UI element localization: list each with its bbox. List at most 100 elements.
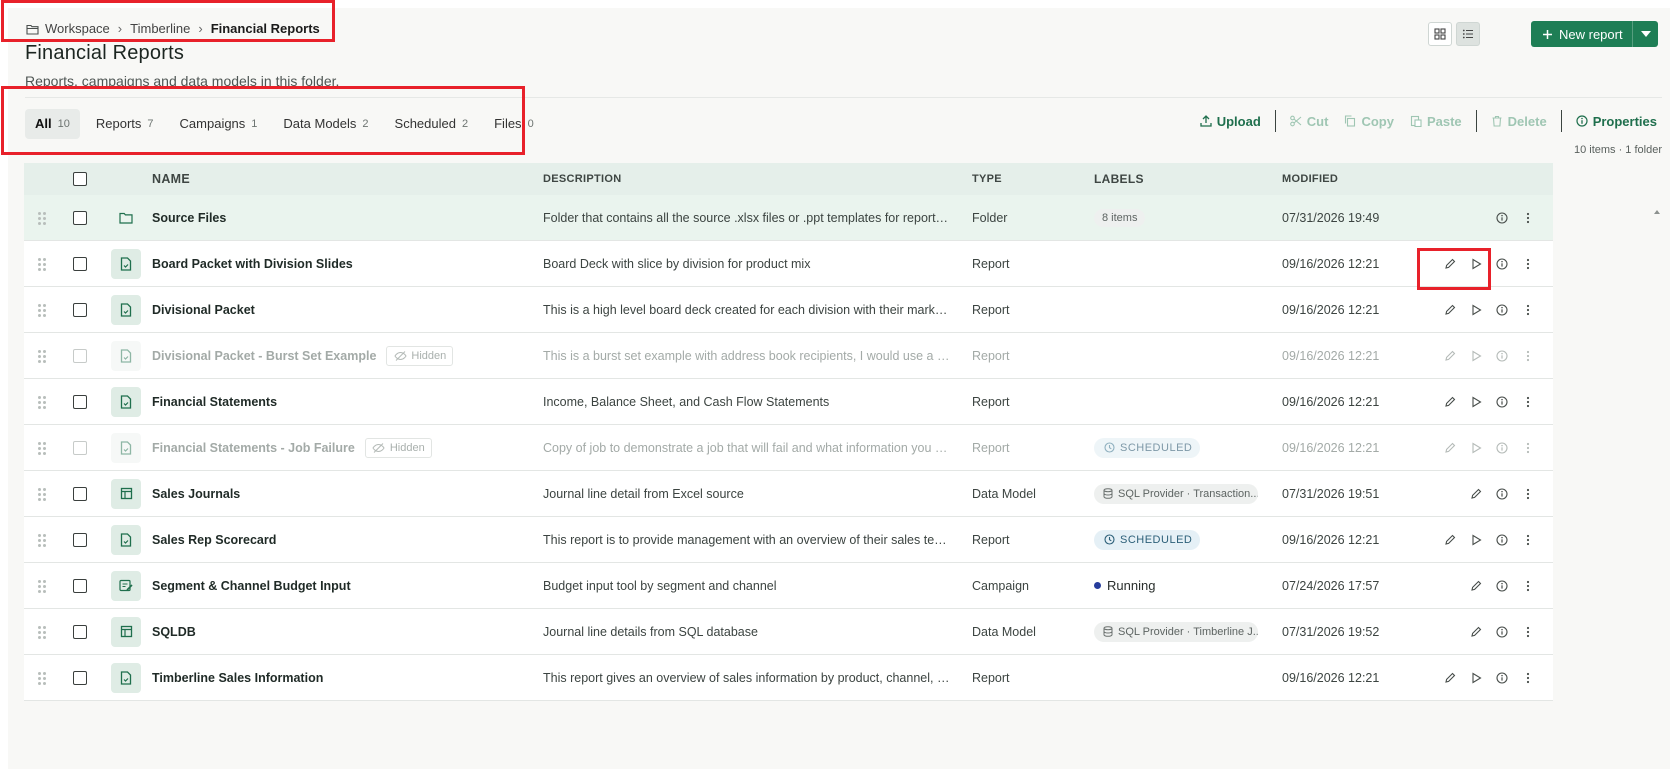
row-name-cell[interactable]: Financial Statements - Job Failure Hidden bbox=[152, 437, 543, 458]
new-report-dropdown-toggle[interactable] bbox=[1632, 21, 1658, 47]
column-header-type[interactable]: TYPE bbox=[972, 173, 1094, 185]
edit-pencil-icon[interactable] bbox=[1469, 625, 1483, 639]
more-vertical-icon[interactable] bbox=[1521, 211, 1535, 225]
row-name[interactable]: Financial Statements bbox=[152, 395, 277, 409]
more-vertical-icon[interactable] bbox=[1521, 349, 1535, 363]
edit-pencil-icon[interactable] bbox=[1469, 579, 1483, 593]
more-vertical-icon[interactable] bbox=[1521, 257, 1535, 271]
drag-handle[interactable] bbox=[24, 257, 60, 271]
row-checkbox[interactable] bbox=[73, 394, 87, 409]
row-checkbox[interactable] bbox=[73, 624, 87, 639]
info-icon[interactable] bbox=[1495, 303, 1509, 317]
row-name-cell[interactable]: Financial Statements bbox=[152, 395, 543, 409]
row-name[interactable]: Timberline Sales Information bbox=[152, 671, 323, 685]
row-name[interactable]: Divisional Packet bbox=[152, 303, 255, 317]
row-checkbox[interactable] bbox=[73, 210, 87, 225]
table-row[interactable]: Board Packet with Division Slides Board D… bbox=[24, 241, 1553, 287]
row-checkbox[interactable] bbox=[73, 302, 87, 317]
tab-reports[interactable]: Reports 7 bbox=[86, 109, 164, 139]
drag-handle[interactable] bbox=[24, 441, 60, 455]
table-row[interactable]: Sales Journals Journal line detail from E… bbox=[24, 471, 1553, 517]
tab-files[interactable]: Files 0 bbox=[484, 109, 544, 139]
table-row[interactable]: Divisional Packet This is a high level bo… bbox=[24, 287, 1553, 333]
drag-handle[interactable] bbox=[24, 487, 60, 501]
info-icon[interactable] bbox=[1495, 533, 1509, 547]
cut-button[interactable]: Cut bbox=[1282, 114, 1337, 129]
drag-handle[interactable] bbox=[24, 211, 60, 225]
breadcrumb-workspace[interactable]: Workspace bbox=[45, 21, 110, 36]
drag-handle[interactable] bbox=[24, 395, 60, 409]
tab-campaigns[interactable]: Campaigns 1 bbox=[170, 109, 268, 139]
row-name-cell[interactable]: Segment & Channel Budget Input bbox=[152, 579, 543, 593]
drag-handle[interactable] bbox=[24, 349, 60, 363]
run-play-icon[interactable] bbox=[1469, 441, 1483, 455]
column-header-modified[interactable]: MODIFIED bbox=[1282, 173, 1434, 185]
info-icon[interactable] bbox=[1495, 395, 1509, 409]
row-checkbox[interactable] bbox=[73, 348, 87, 363]
upload-button[interactable]: Upload bbox=[1192, 114, 1269, 129]
info-icon[interactable] bbox=[1495, 487, 1509, 501]
run-play-icon[interactable] bbox=[1469, 671, 1483, 685]
table-row[interactable]: Segment & Channel Budget Input Budget inp… bbox=[24, 563, 1553, 609]
row-name[interactable]: Sales Rep Scorecard bbox=[152, 533, 276, 547]
table-row[interactable]: Divisional Packet - Burst Set Example Hid… bbox=[24, 333, 1553, 379]
more-vertical-icon[interactable] bbox=[1521, 395, 1535, 409]
table-row[interactable]: Sales Rep Scorecard This report is to pro… bbox=[24, 517, 1553, 563]
tab-scheduled[interactable]: Scheduled 2 bbox=[385, 109, 479, 139]
tab-all[interactable]: All 10 bbox=[25, 108, 80, 139]
row-name-cell[interactable]: Source Files bbox=[152, 211, 543, 225]
more-vertical-icon[interactable] bbox=[1521, 487, 1535, 501]
row-name-cell[interactable]: Board Packet with Division Slides bbox=[152, 257, 543, 271]
info-icon[interactable] bbox=[1495, 671, 1509, 685]
drag-handle[interactable] bbox=[24, 579, 60, 593]
table-scrollbar[interactable] bbox=[1652, 204, 1662, 769]
select-all-checkbox[interactable] bbox=[73, 172, 87, 186]
edit-pencil-icon[interactable] bbox=[1443, 533, 1457, 547]
tab-data-models[interactable]: Data Models 2 bbox=[273, 109, 378, 139]
row-name[interactable]: Divisional Packet - Burst Set Example bbox=[152, 349, 376, 363]
info-icon[interactable] bbox=[1495, 211, 1509, 225]
column-header-labels[interactable]: LABELS bbox=[1094, 172, 1282, 186]
grid-view-button[interactable] bbox=[1428, 22, 1452, 46]
breadcrumb-timberline[interactable]: Timberline bbox=[130, 21, 190, 36]
edit-pencil-icon[interactable] bbox=[1443, 303, 1457, 317]
row-name[interactable]: Segment & Channel Budget Input bbox=[152, 579, 351, 593]
paste-button[interactable]: Paste bbox=[1402, 114, 1470, 129]
drag-handle[interactable] bbox=[24, 303, 60, 317]
info-icon[interactable] bbox=[1495, 579, 1509, 593]
new-report-button[interactable]: New report bbox=[1531, 21, 1658, 47]
edit-pencil-icon[interactable] bbox=[1443, 395, 1457, 409]
run-play-icon[interactable] bbox=[1469, 395, 1483, 409]
edit-pencil-icon[interactable] bbox=[1469, 487, 1483, 501]
table-row[interactable]: SQLDB Journal line details from SQL datab… bbox=[24, 609, 1553, 655]
run-play-icon[interactable] bbox=[1469, 303, 1483, 317]
info-icon[interactable] bbox=[1495, 625, 1509, 639]
properties-button[interactable]: Properties bbox=[1568, 114, 1665, 129]
row-name-cell[interactable]: Divisional Packet bbox=[152, 303, 543, 317]
row-checkbox[interactable] bbox=[73, 256, 87, 271]
row-checkbox[interactable] bbox=[73, 440, 87, 455]
row-name-cell[interactable]: SQLDB bbox=[152, 625, 543, 639]
row-name[interactable]: Source Files bbox=[152, 211, 226, 225]
table-row[interactable]: Financial Statements Income, Balance Shee… bbox=[24, 379, 1553, 425]
edit-pencil-icon[interactable] bbox=[1443, 441, 1457, 455]
delete-button[interactable]: Delete bbox=[1483, 114, 1555, 129]
more-vertical-icon[interactable] bbox=[1521, 441, 1535, 455]
more-vertical-icon[interactable] bbox=[1521, 303, 1535, 317]
drag-handle[interactable] bbox=[24, 671, 60, 685]
run-play-icon[interactable] bbox=[1469, 257, 1483, 271]
row-checkbox[interactable] bbox=[73, 486, 87, 501]
more-vertical-icon[interactable] bbox=[1521, 671, 1535, 685]
row-checkbox[interactable] bbox=[73, 532, 87, 547]
row-name-cell[interactable]: Timberline Sales Information bbox=[152, 671, 543, 685]
row-name[interactable]: Board Packet with Division Slides bbox=[152, 257, 353, 271]
info-icon[interactable] bbox=[1495, 349, 1509, 363]
drag-handle[interactable] bbox=[24, 533, 60, 547]
table-row[interactable]: Timberline Sales Information This report … bbox=[24, 655, 1553, 701]
row-checkbox[interactable] bbox=[73, 578, 87, 593]
more-vertical-icon[interactable] bbox=[1521, 625, 1535, 639]
copy-button[interactable]: Copy bbox=[1336, 114, 1402, 129]
table-row[interactable]: Financial Statements - Job Failure Hidden… bbox=[24, 425, 1553, 471]
row-name-cell[interactable]: Sales Rep Scorecard bbox=[152, 533, 543, 547]
table-row[interactable]: Source Files Folder that contains all the… bbox=[24, 195, 1553, 241]
